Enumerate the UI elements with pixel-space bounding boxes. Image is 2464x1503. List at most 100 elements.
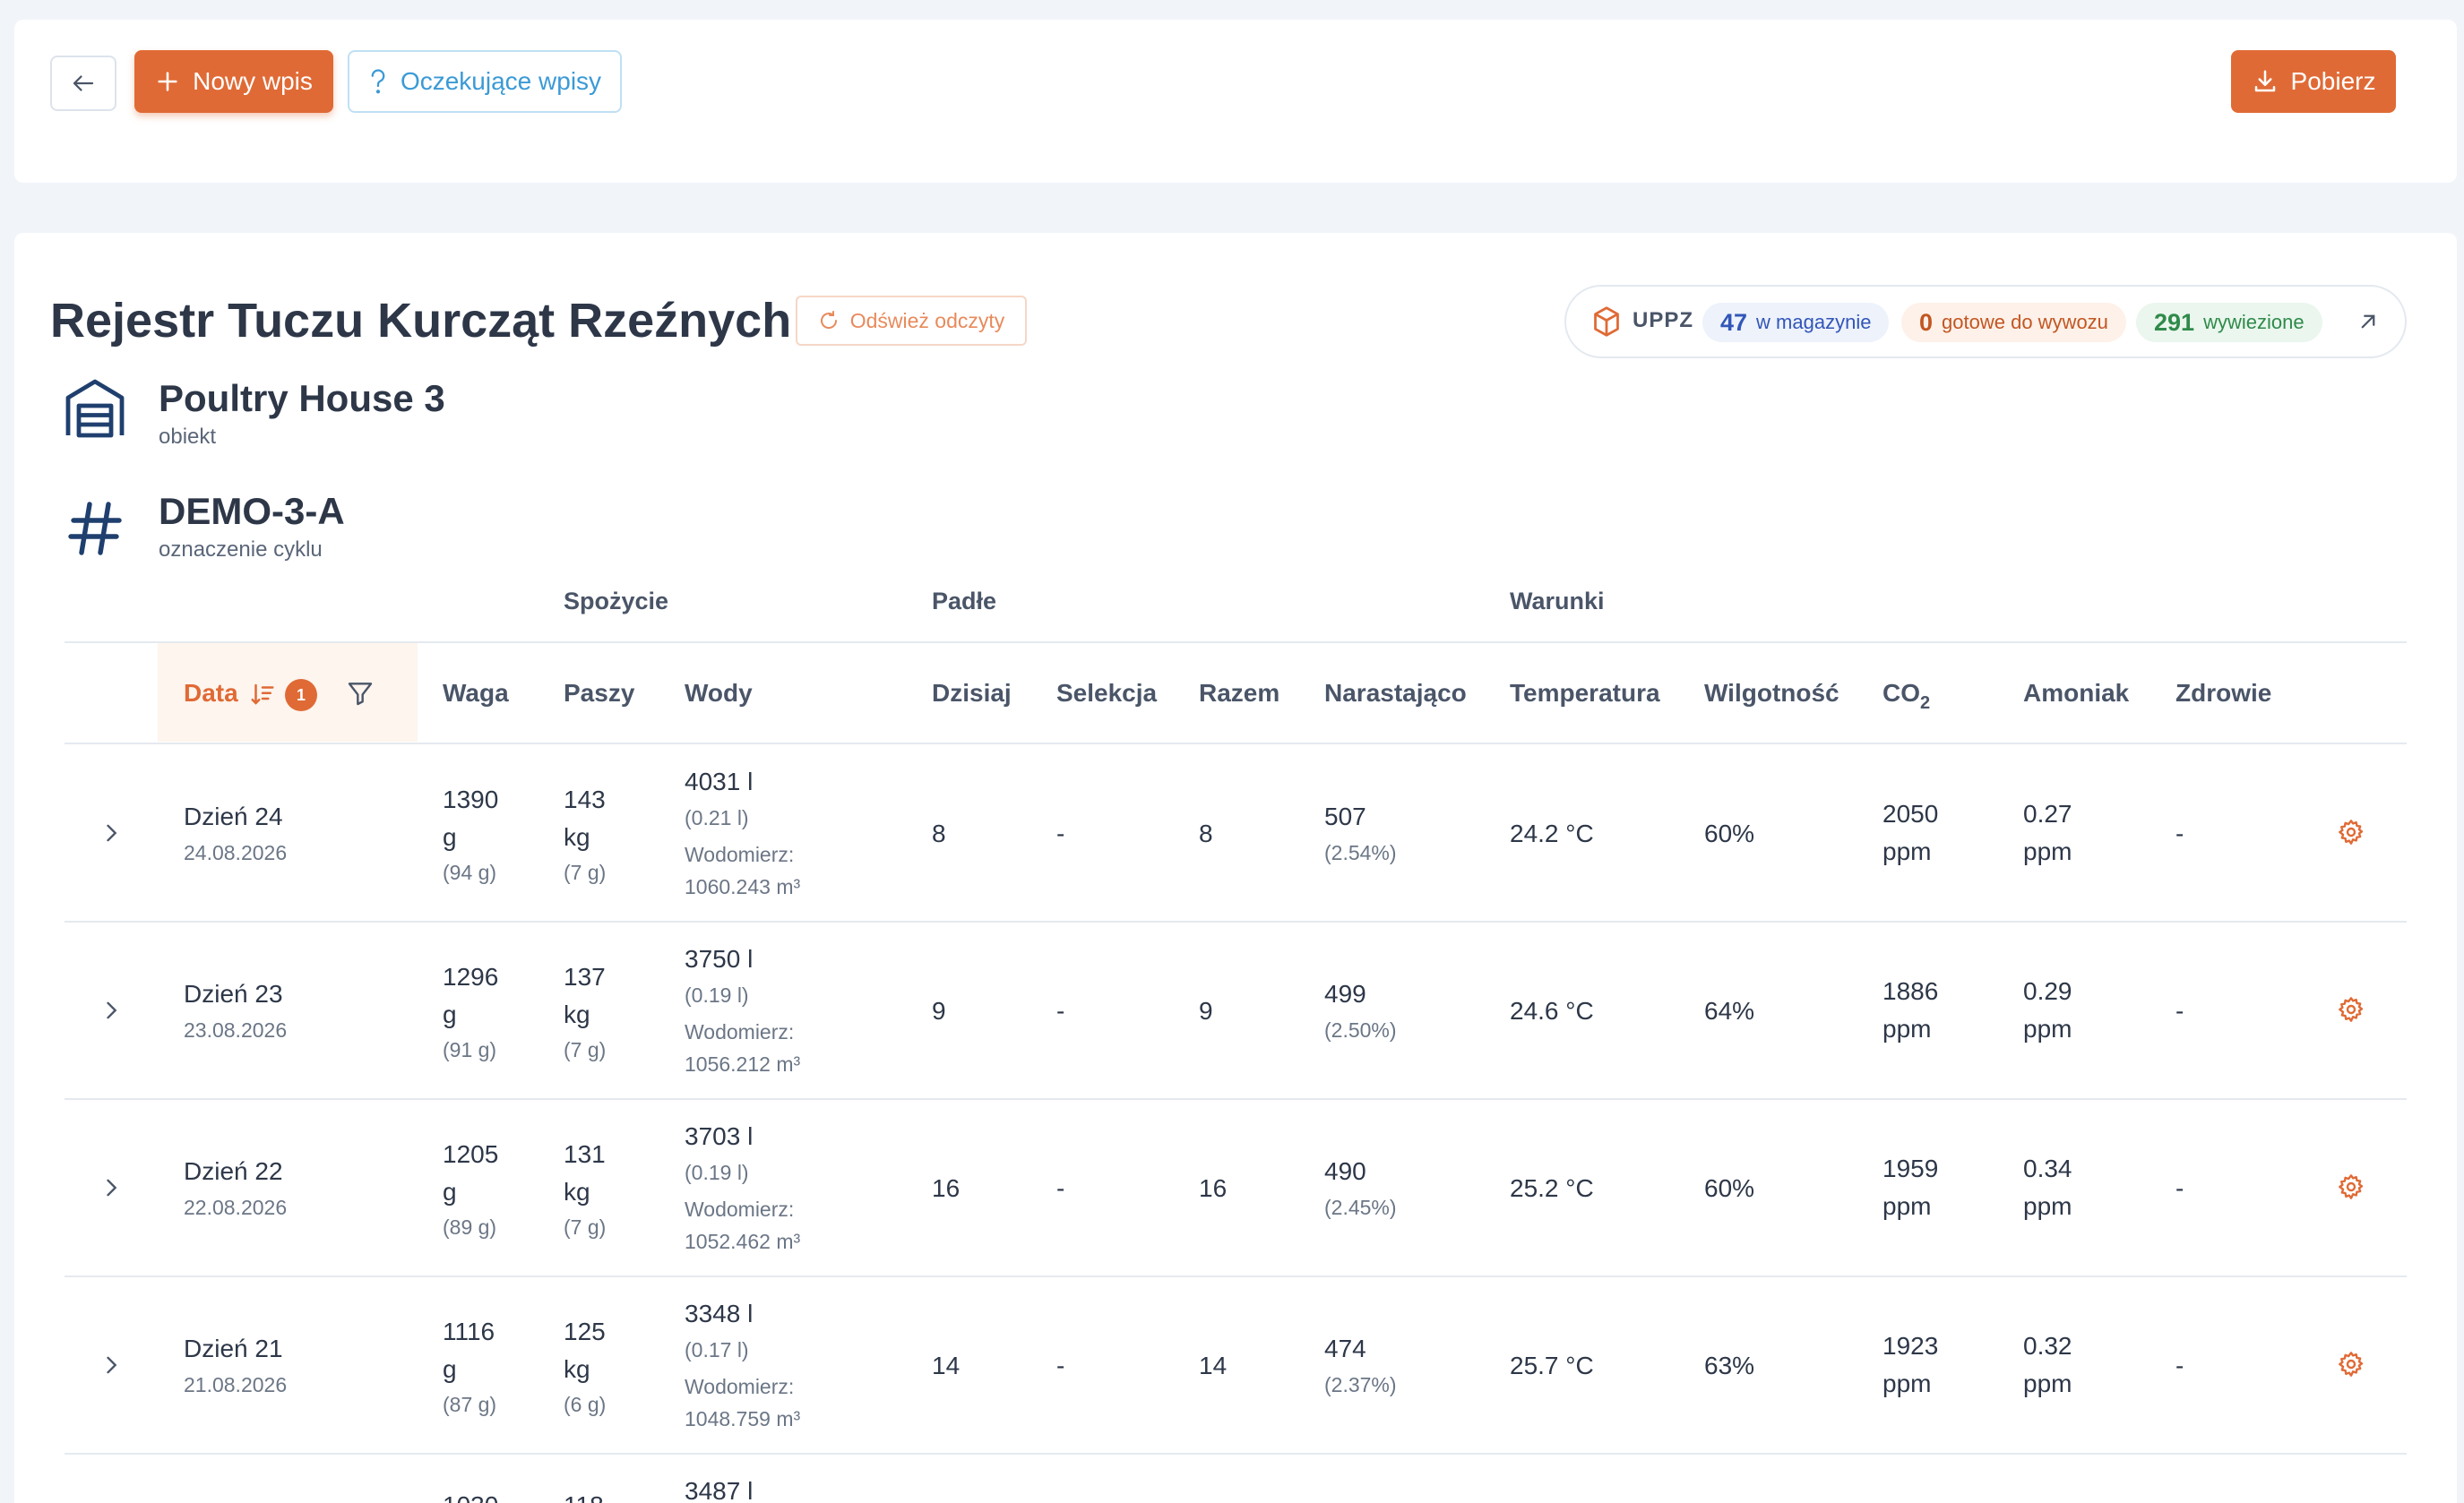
arrow-left-icon xyxy=(73,75,94,91)
warehouse-icon xyxy=(65,379,125,438)
row-co2: 1923 xyxy=(1882,1332,1939,1360)
row-feed-unit: kg xyxy=(564,1355,590,1383)
row-water-per-bird: (0.21 l) xyxy=(685,806,749,829)
ready-badge: 0 gotowe do wywozu xyxy=(1901,303,2126,342)
row-feed: 137 xyxy=(564,963,606,991)
row-cumulative: 499 xyxy=(1324,980,1366,1008)
new-entry-label: Nowy wpis xyxy=(193,67,313,95)
box-icon xyxy=(1594,306,1619,337)
ready-label: gotowe do wywozu xyxy=(1942,311,2108,333)
row-day: Dzień 22 xyxy=(184,1157,283,1185)
row-ammonia: 0.27 xyxy=(2023,800,2072,828)
row-divider xyxy=(65,1275,2407,1277)
row-dead-total: 14 xyxy=(1199,1352,1228,1379)
th-today: Dzisiaj xyxy=(932,679,1012,707)
row-weight: 1296 xyxy=(443,963,499,991)
row-feed: 118 xyxy=(564,1487,604,1503)
row-feed-unit: kg xyxy=(564,823,590,851)
facility-name: Poultry House 3 xyxy=(159,377,445,419)
row-feed-per-bird: (7 g) xyxy=(564,861,607,884)
row-dead-total: 9 xyxy=(1199,997,1213,1025)
gear-icon[interactable] xyxy=(2337,818,2365,846)
refresh-readings-button[interactable]: Odśwież odczyty xyxy=(796,296,1027,346)
row-weight-gain: (89 g) xyxy=(443,1215,497,1239)
facility-sub: obiekt xyxy=(159,425,217,449)
th-date[interactable]: Data xyxy=(184,679,238,708)
gear-icon[interactable] xyxy=(2337,995,2365,1024)
row-weight: 1030 xyxy=(443,1487,498,1503)
refresh-readings-label: Odśwież odczyty xyxy=(849,308,1005,332)
back-button[interactable] xyxy=(50,56,116,111)
row-meter-label: Wodomierz: xyxy=(685,843,795,866)
sort-order-badge: 1 xyxy=(285,679,317,711)
refresh-icon xyxy=(820,311,837,329)
page-title: Rejestr Tuczu Kurcząt Rzeźnych xyxy=(50,294,792,348)
download-label: Pobierz xyxy=(2290,67,2376,95)
row-weight-unit: g xyxy=(443,823,457,851)
chevron-right-icon[interactable] xyxy=(99,819,124,847)
row-meter: 1048.759 m³ xyxy=(685,1407,801,1430)
row-feed-unit: kg xyxy=(564,1001,590,1028)
row-day: Dzień 21 xyxy=(184,1335,283,1362)
row-cumulative: 474 xyxy=(1324,1335,1366,1362)
row-temperature: 24.2 °C xyxy=(1510,820,1594,847)
th-total: Razem xyxy=(1199,679,1280,707)
row-health: - xyxy=(2175,1174,2184,1202)
row-divider xyxy=(65,1098,2407,1100)
row-water: 3348 l xyxy=(685,1300,754,1327)
row-co2: 1886 xyxy=(1882,977,1939,1005)
row-weight-unit: g xyxy=(443,1355,457,1383)
row-feed: 125 xyxy=(564,1318,606,1345)
row-cumulative-pct: (2.45%) xyxy=(1324,1196,1397,1219)
row-meter-label: Wodomierz: xyxy=(685,1198,795,1221)
row-co2-unit: ppm xyxy=(1882,1192,1932,1220)
th-cumulative: Narastająco xyxy=(1324,679,1467,707)
cycle-sub: oznaczenie cyklu xyxy=(159,537,323,562)
row-weight: 1205 xyxy=(443,1140,499,1168)
row-feed: 143 xyxy=(564,786,606,813)
filter-icon[interactable] xyxy=(346,679,375,708)
row-date: 22.08.2026 xyxy=(184,1196,288,1219)
new-entry-button[interactable]: Nowy wpis xyxy=(134,50,333,113)
in-storage-badge: 47 w magazynie xyxy=(1702,303,1890,342)
row-weight: 1116 xyxy=(443,1318,495,1345)
external-link-icon[interactable] xyxy=(2355,308,2382,335)
row-water-per-bird: (0.19 l) xyxy=(685,983,749,1007)
th-water: Wody xyxy=(685,679,753,707)
row-dead-today: 8 xyxy=(932,820,946,847)
row-selection: - xyxy=(1056,1352,1065,1379)
row-water: 3487 l xyxy=(685,1477,754,1503)
row-weight-gain: (91 g) xyxy=(443,1038,497,1061)
plus-icon xyxy=(158,72,177,91)
row-co2: 2050 xyxy=(1882,800,1939,828)
row-humidity: 64% xyxy=(1704,997,1755,1025)
uppz-summary: UPPZ 47 w magazynie 0 gotowe do wywozu 2… xyxy=(1564,285,2407,358)
row-ammonia: 0.29 xyxy=(2023,977,2072,1005)
pending-entries-button[interactable]: Oczekujące wpisy xyxy=(348,50,622,113)
sort-desc-icon[interactable] xyxy=(249,681,276,708)
cycle-name: DEMO-3-A xyxy=(159,490,345,532)
row-humidity: 60% xyxy=(1704,1174,1755,1202)
chevron-right-icon[interactable] xyxy=(99,1173,124,1202)
row-water-per-bird: (0.19 l) xyxy=(685,1161,749,1184)
download-button[interactable]: Pobierz xyxy=(2231,50,2396,113)
hash-icon xyxy=(68,502,122,555)
gear-icon[interactable] xyxy=(2337,1172,2365,1201)
pending-entries-label: Oczekujące wpisy xyxy=(400,67,602,95)
row-date: 23.08.2026 xyxy=(184,1018,288,1042)
row-co2: 1959 xyxy=(1882,1155,1939,1182)
chevron-right-icon[interactable] xyxy=(99,1351,124,1379)
row-feed-per-bird: (7 g) xyxy=(564,1038,607,1061)
row-dead-total: 16 xyxy=(1199,1174,1228,1202)
row-ammonia-unit: ppm xyxy=(2023,837,2072,865)
removed-label: wywiezione xyxy=(2203,311,2305,333)
chevron-right-icon[interactable] xyxy=(99,996,124,1025)
th-ammonia: Amoniak xyxy=(2023,679,2130,707)
row-cumulative-pct: (2.37%) xyxy=(1324,1373,1397,1396)
gear-icon[interactable] xyxy=(2337,1350,2365,1378)
th-humidity: Wilgotność xyxy=(1704,679,1839,707)
row-health: - xyxy=(2175,820,2184,847)
row-ammonia: 0.34 xyxy=(2023,1155,2072,1182)
row-feed-per-bird: (7 g) xyxy=(564,1215,607,1239)
row-co2-unit: ppm xyxy=(1882,1370,1932,1397)
